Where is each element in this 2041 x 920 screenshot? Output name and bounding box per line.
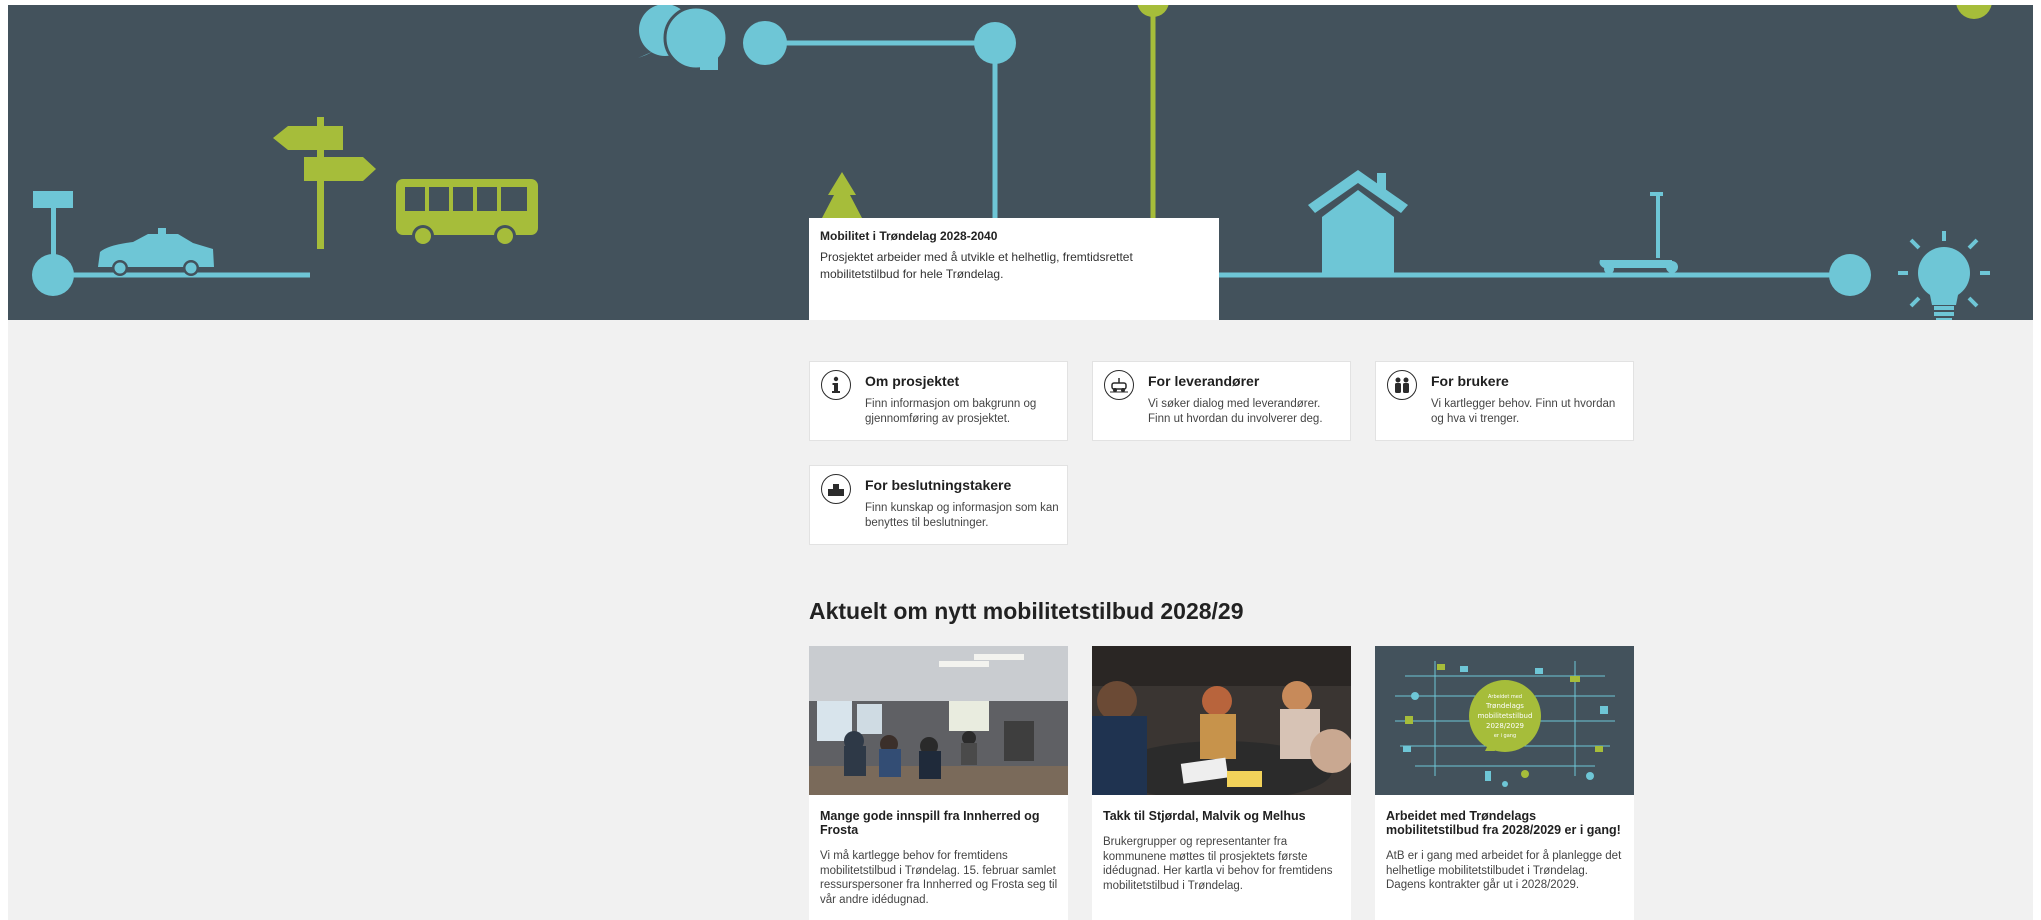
house-icon bbox=[1308, 170, 1408, 275]
tile-title: For brukere bbox=[1431, 373, 1509, 389]
tile-text: Finn kunskap og informasjon som kan beny… bbox=[865, 502, 1059, 529]
news-image-workshop bbox=[1092, 646, 1351, 795]
tree-icon bbox=[822, 172, 862, 218]
lightbulb-icon bbox=[1898, 231, 1990, 320]
news-title: Takk til Stjørdal, Malvik og Melhus bbox=[1103, 809, 1306, 823]
tile-title: For beslutningstakere bbox=[865, 477, 1012, 493]
infographic-line-1: Arbeidet med bbox=[1488, 694, 1522, 700]
car-icon bbox=[98, 228, 214, 276]
news-section-title: Aktuelt om nytt mobilitetstilbud 2028/29 bbox=[809, 598, 1244, 624]
hero-banner: Mobilitet i Trøndelag 2028-2040 Prosjekt… bbox=[8, 5, 2033, 320]
people-icon bbox=[1387, 370, 1417, 400]
hero-description: Prosjektet arbeider med å utvikle et hel… bbox=[820, 250, 1133, 281]
news-card-stjordal[interactable]: Takk til Stjørdal, Malvik og Melhus Bruk… bbox=[1092, 646, 1351, 920]
scooter-icon bbox=[1599, 192, 1678, 274]
end-node-icon bbox=[1829, 254, 1871, 296]
hero-card[interactable]: Mobilitet i Trøndelag 2028-2040 Prosjekt… bbox=[809, 218, 1219, 320]
start-node-icon bbox=[32, 254, 74, 296]
news-image-infographic: Arbeidet med Trøndelags mobilitetstilbud… bbox=[1375, 646, 1634, 795]
tile-for-leverandorer[interactable]: For leverandører Vi søker dialog med lev… bbox=[1092, 361, 1351, 441]
podium-icon bbox=[821, 474, 851, 504]
news-text: Vi må kartlegge behov for fremtidens mob… bbox=[820, 850, 1058, 906]
info-icon bbox=[821, 370, 851, 400]
page: Mobilitet i Trøndelag 2028-2040 Prosjekt… bbox=[8, 5, 2033, 920]
bus-icon bbox=[396, 179, 538, 247]
tile-for-beslutningstakere[interactable]: For beslutningstakere Finn kunskap og in… bbox=[809, 465, 1068, 545]
news-title: Mange gode innspill fra Innherred og Fro… bbox=[820, 809, 1040, 837]
infographic-line-3: mobilitetstilbud bbox=[1478, 712, 1533, 720]
speech-bubbles-icon bbox=[638, 5, 729, 71]
tile-text: Vi kartlegger behov. Finn ut hvordan og … bbox=[1431, 398, 1616, 425]
tile-title: For leverandører bbox=[1148, 373, 1260, 389]
news-title: Arbeidet med Trøndelags mobilitetstilbud… bbox=[1386, 809, 1621, 837]
hero-title: Mobilitet i Trøndelag 2028-2040 bbox=[820, 229, 998, 243]
news-card-innherred[interactable]: Mange gode innspill fra Innherred og Fro… bbox=[809, 646, 1068, 920]
news-card-arbeidet[interactable]: Arbeidet med Trøndelags mobilitetstilbud… bbox=[1375, 646, 1634, 920]
infographic-line-4: 2028/2029 bbox=[1486, 722, 1524, 730]
tile-title: Om prosjektet bbox=[865, 373, 960, 389]
signpost-icon bbox=[273, 117, 376, 249]
tile-text: Finn informasjon om bakgrunn og gjennomf… bbox=[865, 398, 1037, 425]
news-image-meeting-room bbox=[809, 646, 1068, 795]
tile-om-prosjektet[interactable]: Om prosjektet Finn informasjon om bakgru… bbox=[809, 361, 1068, 441]
news-text: Brukergrupper og representanter fra komm… bbox=[1103, 836, 1333, 892]
news-text: AtB er i gang med arbeidet for å planleg… bbox=[1386, 850, 1622, 891]
tile-text: Vi søker dialog med leverandører. Finn u… bbox=[1148, 398, 1323, 425]
tile-for-brukere[interactable]: For brukere Vi kartlegger behov. Finn ut… bbox=[1375, 361, 1634, 441]
infographic-line-5: er i gang bbox=[1494, 733, 1516, 739]
infographic-line-2: Trøndelags bbox=[1485, 702, 1524, 710]
vehicle-icon bbox=[1104, 370, 1134, 400]
